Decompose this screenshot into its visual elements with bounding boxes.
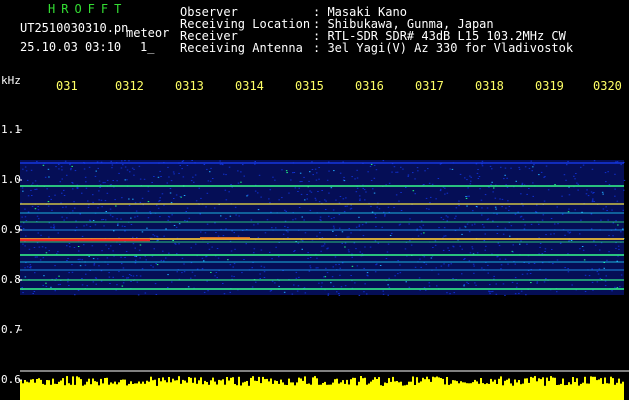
x-tick-label: 0317 bbox=[415, 79, 444, 93]
y-tick-label: 0.7 bbox=[1, 323, 21, 336]
y-tick-label: 0.8 bbox=[1, 273, 21, 286]
x-tick-label: 0314 bbox=[235, 79, 264, 93]
y-axis-unit: kHz bbox=[1, 74, 21, 87]
x-tick-label: 0320 bbox=[593, 79, 622, 93]
y-tick-label: 0.6 bbox=[1, 373, 21, 386]
x-tick-label: 0312 bbox=[115, 79, 144, 93]
x-tick-label: 0319 bbox=[535, 79, 564, 93]
y-tick-label: 0.9 bbox=[1, 223, 21, 236]
spectrogram bbox=[18, 129, 629, 400]
noise-shade bbox=[20, 160, 624, 295]
x-tick-label: 0318 bbox=[475, 79, 504, 93]
amplitude-bar bbox=[20, 376, 624, 400]
y-tick-label: 1.0 bbox=[1, 173, 21, 186]
x-tick-label: 0316 bbox=[355, 79, 384, 93]
x-tick-label: 0315 bbox=[295, 79, 324, 93]
x-tick-label: 031 bbox=[56, 79, 78, 93]
y-tick-label: 1.1 bbox=[1, 123, 21, 136]
x-tick-label: 0313 bbox=[175, 79, 204, 93]
